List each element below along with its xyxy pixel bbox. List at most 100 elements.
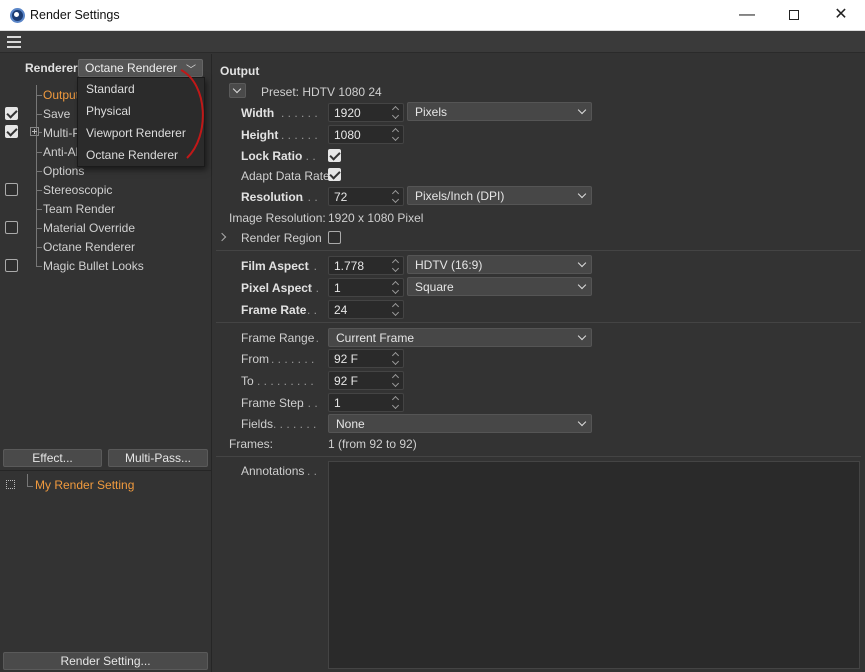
film-aspect-value: 1.778 xyxy=(334,259,365,273)
to-input[interactable]: 92 F xyxy=(328,371,404,390)
stereoscopic-enable-checkbox[interactable] xyxy=(5,183,18,196)
film-aspect-dots: . . xyxy=(307,259,318,273)
frame-rate-dots: . . xyxy=(307,303,318,317)
frame-range-dots: . . xyxy=(309,331,320,345)
pixel-aspect-preset-value: Square xyxy=(415,280,454,294)
stepper-icon[interactable] xyxy=(393,373,400,388)
stepper-icon[interactable] xyxy=(393,258,400,273)
maximize-button[interactable] xyxy=(771,0,817,31)
render-setting-item[interactable]: My Render Setting xyxy=(35,478,134,492)
fields-select[interactable]: None xyxy=(328,414,592,433)
magic-bullet-enable-checkbox[interactable] xyxy=(5,259,18,272)
tree-connector xyxy=(36,171,42,172)
hamburger-menu-icon[interactable] xyxy=(7,36,21,48)
tree-connector xyxy=(36,95,42,96)
from-dots: . . . . . . . xyxy=(271,352,315,366)
width-input[interactable]: 1920 xyxy=(328,103,404,122)
renderer-option-standard[interactable]: Standard xyxy=(86,82,135,96)
renderer-option-physical[interactable]: Physical xyxy=(86,104,131,118)
fields-value: None xyxy=(336,417,365,431)
height-dots: . . . . . . xyxy=(281,128,318,142)
tree-connector xyxy=(39,132,42,133)
tree-item-output[interactable]: Output xyxy=(43,88,79,102)
width-unit-select[interactable]: Pixels xyxy=(407,102,592,121)
red-annotation-arc xyxy=(180,69,204,159)
stepper-icon[interactable] xyxy=(393,351,400,366)
lock-ratio-dots: . . . xyxy=(299,149,316,163)
lock-ratio-checkbox[interactable] xyxy=(328,149,341,162)
multi-pass-enable-checkbox[interactable] xyxy=(5,125,18,138)
renderer-label: Renderer xyxy=(25,61,78,75)
expand-plus-icon[interactable] xyxy=(30,127,39,136)
render-region-checkbox[interactable] xyxy=(328,231,341,244)
height-input[interactable]: 1080 xyxy=(328,125,404,144)
annotations-textarea[interactable] xyxy=(328,461,860,669)
stepper-icon[interactable] xyxy=(393,127,400,142)
chevron-down-icon xyxy=(577,417,587,427)
film-aspect-input[interactable]: 1.778 xyxy=(328,256,404,275)
stepper-icon[interactable] xyxy=(393,280,400,295)
height-value: 1080 xyxy=(334,128,361,142)
tree-connector xyxy=(27,486,33,487)
tree-connector xyxy=(36,209,42,210)
tree-connector xyxy=(36,266,42,267)
pixel-aspect-select[interactable]: Square xyxy=(407,277,592,296)
image-resolution-value: 1920 x 1080 Pixel xyxy=(328,211,424,225)
tree-item-magic-bullet-looks[interactable]: Magic Bullet Looks xyxy=(43,259,144,273)
pixel-aspect-input[interactable]: 1 xyxy=(328,278,404,297)
section-title-output: Output xyxy=(220,64,260,78)
annotations-dots: . . xyxy=(307,464,318,478)
frame-rate-input[interactable]: 24 xyxy=(328,300,404,319)
stepper-icon[interactable] xyxy=(393,395,400,410)
width-unit-value: Pixels xyxy=(415,105,448,119)
frame-step-input[interactable]: 1 xyxy=(328,393,404,412)
tree-connector xyxy=(36,190,42,191)
multi-pass-button[interactable]: Multi-Pass... xyxy=(108,449,208,467)
section-separator xyxy=(216,322,861,323)
renderer-option-octane[interactable]: Octane Renderer xyxy=(86,148,178,162)
chevron-down-icon xyxy=(577,331,587,341)
renderer-option-viewport[interactable]: Viewport Renderer xyxy=(86,126,186,140)
annotations-label: Annotations xyxy=(241,464,305,478)
tree-item-anti-aliasing[interactable]: Anti-Al xyxy=(43,145,78,159)
tree-connector xyxy=(36,247,42,248)
tree-item-multi-pass[interactable]: Multi-P xyxy=(43,126,80,140)
material-override-enable-checkbox[interactable] xyxy=(5,221,18,234)
frame-range-select[interactable]: Current Frame xyxy=(328,328,592,347)
stepper-icon[interactable] xyxy=(393,302,400,317)
frame-step-dots: . . . xyxy=(301,396,318,410)
from-input[interactable]: 92 F xyxy=(328,349,404,368)
save-enable-checkbox[interactable] xyxy=(5,107,18,120)
preset-dropdown-button[interactable] xyxy=(229,83,246,98)
render-region-label: Render Region xyxy=(241,231,322,245)
width-value: 1920 xyxy=(334,106,361,120)
resolution-label: Resolution xyxy=(241,190,303,204)
from-value: 92 F xyxy=(334,352,359,366)
tree-item-team-render[interactable]: Team Render xyxy=(43,202,115,216)
tree-item-material-override[interactable]: Material Override xyxy=(43,221,135,235)
cinema4d-app-icon xyxy=(10,8,25,23)
image-resolution-label: Image Resolution: xyxy=(229,211,326,225)
tree-connector xyxy=(27,474,28,486)
from-label: From xyxy=(241,352,269,366)
film-aspect-select[interactable]: HDTV (16:9) xyxy=(407,255,592,274)
stepper-icon[interactable] xyxy=(393,105,400,120)
resolution-unit-select[interactable]: Pixels/Inch (DPI) xyxy=(407,186,592,205)
menu-bar xyxy=(0,31,865,53)
tree-item-stereoscopic[interactable]: Stereoscopic xyxy=(43,183,112,197)
stepper-icon[interactable] xyxy=(393,189,400,204)
section-separator xyxy=(216,456,861,457)
preset-label: Preset: HDTV 1080 24 xyxy=(261,85,382,99)
minimize-button[interactable]: — xyxy=(724,0,770,31)
adapt-data-rate-checkbox[interactable] xyxy=(328,168,341,181)
tree-item-octane-renderer[interactable]: Octane Renderer xyxy=(43,240,135,254)
height-label: Height xyxy=(241,128,279,142)
resolution-input[interactable]: 72 xyxy=(328,187,404,206)
to-value: 92 F xyxy=(334,374,359,388)
tree-connector xyxy=(36,85,37,267)
effect-button[interactable]: Effect... xyxy=(3,449,102,467)
close-button[interactable]: ✕ xyxy=(818,0,864,31)
tree-item-save[interactable]: Save xyxy=(43,107,70,121)
lock-ratio-label: Lock Ratio xyxy=(241,149,303,163)
render-setting-button[interactable]: Render Setting... xyxy=(3,652,208,670)
